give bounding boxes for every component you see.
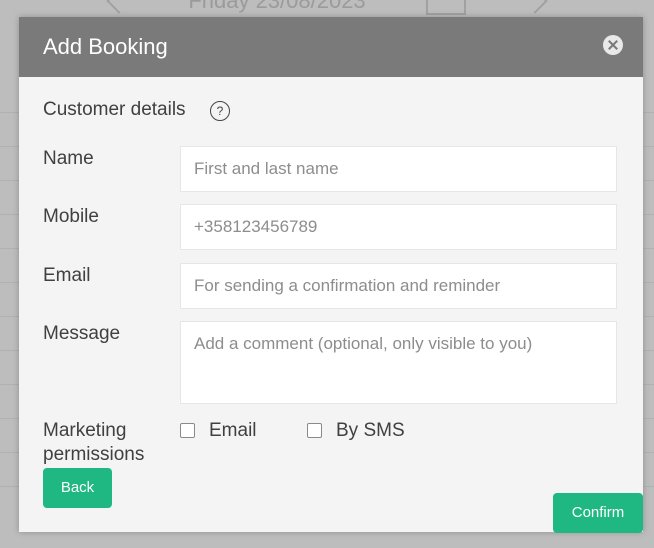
confirm-button[interactable]: Confirm <box>553 493 643 533</box>
email-input[interactable] <box>180 263 617 309</box>
background-date: Friday 23/08/2023 <box>188 0 366 13</box>
modal-title: Add Booking <box>43 34 168 59</box>
next-arrow-icon <box>521 0 548 14</box>
back-button[interactable]: Back <box>43 468 112 508</box>
close-icon[interactable] <box>603 35 623 55</box>
mobile-input[interactable] <box>180 204 617 250</box>
marketing-permissions-label: Marketing permissions <box>43 420 145 465</box>
mobile-label: Mobile <box>43 206 99 227</box>
section-title: Customer details <box>43 99 186 120</box>
name-label: Name <box>43 148 94 169</box>
email-checkbox[interactable] <box>180 423 195 438</box>
background-date-nav: Friday 23/08/2023 <box>0 0 654 16</box>
name-input[interactable] <box>180 146 617 192</box>
help-icon[interactable]: ? <box>210 101 230 121</box>
email-checkbox-label[interactable]: Email <box>209 420 257 442</box>
sms-checkbox-label[interactable]: By SMS <box>336 420 405 442</box>
message-label: Message <box>43 323 121 344</box>
calendar-check-icon <box>425 0 466 15</box>
modal-header: Add Booking <box>19 17 643 77</box>
prev-arrow-icon <box>106 0 133 14</box>
add-booking-modal: Add Booking Customer details ? Name Mobi… <box>19 17 643 533</box>
message-textarea[interactable] <box>180 321 617 404</box>
sms-checkbox[interactable] <box>307 423 322 438</box>
email-label: Email <box>43 265 91 286</box>
